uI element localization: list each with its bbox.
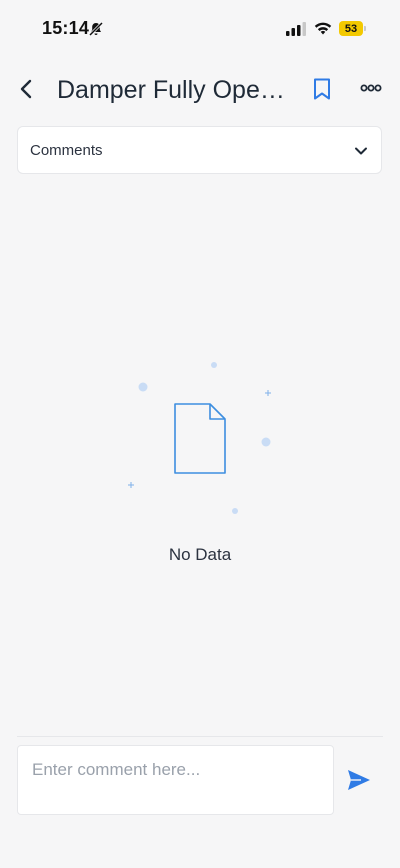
signal-icon — [286, 22, 306, 36]
battery-level: 53 — [339, 21, 363, 36]
chevron-down-icon — [355, 147, 367, 155]
composer-divider — [17, 736, 383, 737]
comments-dropdown[interactable]: Comments — [17, 126, 382, 174]
empty-state-text: No Data — [168, 545, 232, 564]
bell-slash-icon — [88, 21, 104, 37]
back-arrow-icon[interactable] — [14, 76, 40, 102]
more-icon[interactable] — [360, 82, 382, 94]
battery-icon: 53 — [339, 21, 367, 37]
bookmark-icon[interactable] — [311, 77, 333, 101]
page-title: Damper Fully Open... — [57, 76, 292, 104]
status-bar: 15:14 53 — [0, 0, 400, 56]
status-time: 15:14 — [42, 18, 90, 38]
empty-document-icon — [128, 362, 271, 514]
battery-tip — [364, 26, 366, 31]
comment-input[interactable] — [17, 745, 334, 815]
wifi-icon — [314, 22, 332, 35]
send-icon[interactable] — [346, 768, 372, 792]
comments-dropdown-label: Comments — [30, 142, 103, 159]
top-app-bar: Damper Fully Open... — [0, 64, 400, 116]
